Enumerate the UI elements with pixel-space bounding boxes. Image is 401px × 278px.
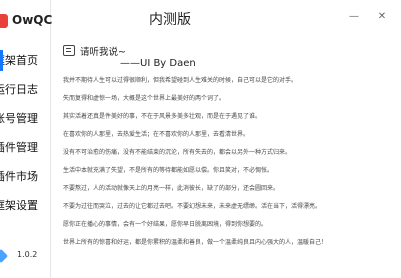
quote-paragraph: 生活中本就充满了失望，不是所有的等待都能如愿以偿。你且笑对，不必惆怅。 bbox=[63, 167, 274, 174]
sidebar-item-home[interactable]: 框架首页 bbox=[0, 46, 50, 75]
quote-paragraph: 失而复得和虚惊一场，大概是这个世界上最美好的两个词了。 bbox=[63, 95, 226, 102]
sidebar-item-plugins[interactable]: 插件管理 bbox=[0, 133, 50, 162]
sidebar-item-accounts[interactable]: 账号管理 bbox=[0, 104, 50, 133]
sidebar-item-plugin-market[interactable]: 插件市场 bbox=[0, 162, 50, 191]
window-title: 内测版 bbox=[149, 12, 191, 28]
sidebar-item-logs[interactable]: 运行日志 bbox=[0, 75, 50, 104]
quote-paragraph: 世界上所有的惊喜和好运，都是你累积的温柔和善良，做一个温柔纯良且内心强大的人，温… bbox=[63, 239, 328, 246]
quote-paragraph: 其实活着还真是件美好的事，不在于风景多美多壮观，而是在于遇见了谁。 bbox=[63, 113, 262, 120]
sidebar: OwQC 框架首页 运行日志 账号管理 插件管理 插件市场 框架设置 1.0.2 bbox=[0, 0, 53, 278]
author-credit: ——UI By Daen bbox=[120, 58, 196, 69]
quote-paragraph: 不要为过往而哭泣，过去的让它都过去吧。不要幻想未来，未来虚无缥缈。活在当下，活得… bbox=[63, 203, 322, 210]
announcement-panel: 请听我说~ ——UI By Daen 我并不期待人生可以过得很顺利，但我希望碰到… bbox=[61, 40, 387, 275]
diamond-icon bbox=[0, 248, 9, 264]
quote-paragraph: 在喜欢你的人那里，去热爱生活；在不喜欢你的人那里，去看清世界。 bbox=[63, 131, 250, 138]
sidebar-item-settings[interactable]: 框架设置 bbox=[0, 191, 50, 220]
quote-paragraph: 愿你正在播心的事情，会有一个好结果，愿你早日脱离困境，得到你想要的。 bbox=[63, 221, 268, 228]
version-info: 1.0.2 bbox=[0, 248, 50, 264]
close-button[interactable]: ✕ bbox=[376, 12, 388, 22]
quote-paragraph: 不要熬过，人的活动就像天上的月亮一样，此消彼长，缺了的部分，还会圆回来。 bbox=[63, 185, 280, 192]
version-text: 1.0.2 bbox=[17, 250, 38, 259]
brand: OwQC bbox=[0, 12, 53, 32]
notebook-icon bbox=[63, 45, 75, 56]
quote-paragraph: 我并不期待人生可以过得很顺利，但我希望碰到人生难关的时候，自己可以是它的对手。 bbox=[63, 77, 298, 84]
minimize-button[interactable]: — bbox=[348, 12, 360, 22]
greeting-text: 请听我说~ bbox=[80, 47, 126, 58]
owqc-logo-icon bbox=[0, 14, 8, 28]
sidebar-nav: 框架首页 运行日志 账号管理 插件管理 插件市场 框架设置 bbox=[0, 46, 50, 220]
app-name: OwQC bbox=[12, 13, 53, 27]
quote-paragraph: 没有不可治愈的伤痛，没有不能结束的沉沦，所有失去的，都会以另外一种方式归来。 bbox=[63, 149, 292, 156]
